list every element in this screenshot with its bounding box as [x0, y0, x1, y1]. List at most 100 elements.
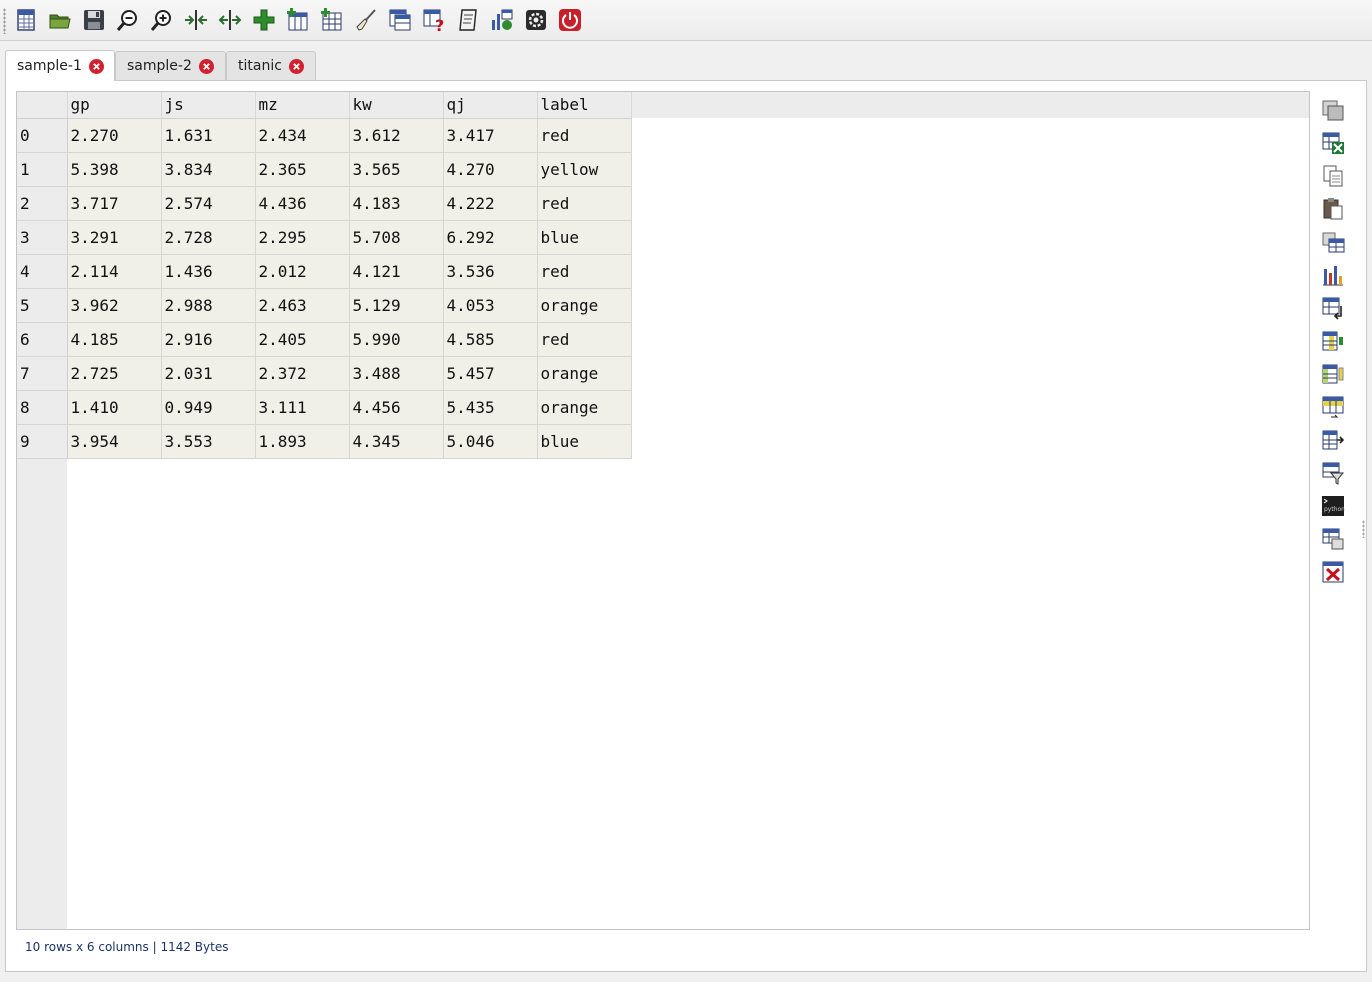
tab-sample-2[interactable]: sample-2	[115, 51, 226, 80]
column-header[interactable]: js	[161, 92, 256, 119]
table-cell[interactable]: 3.954	[67, 424, 162, 459]
table-cell[interactable]: 5.990	[349, 322, 444, 357]
table-cell[interactable]: 2.372	[255, 356, 350, 391]
table-cell[interactable]: 1.631	[161, 118, 256, 153]
corner-cell[interactable]	[17, 92, 68, 119]
table-row[interactable]: 7 2.725 2.031 2.372 3.488 5.457 orange	[17, 356, 632, 391]
contract-columns-icon[interactable]	[181, 5, 211, 35]
duplicate-table-icon[interactable]	[1316, 523, 1350, 555]
table-info-icon[interactable]	[385, 5, 415, 35]
table-cell[interactable]: 3.291	[67, 220, 162, 255]
table-cell[interactable]: 5.129	[349, 288, 444, 323]
tab-sample-1[interactable]: sample-1	[5, 50, 115, 81]
table-row[interactable]: 8 1.410 0.949 3.111 4.456 5.435 orange	[17, 390, 632, 425]
table-row[interactable]: 2 3.717 2.574 4.436 4.183 4.222 red	[17, 186, 632, 221]
table-cell[interactable]: 3.417	[443, 118, 538, 153]
table-cell[interactable]: 2.725	[67, 356, 162, 391]
settings-icon[interactable]	[521, 5, 551, 35]
table-cell[interactable]: blue	[537, 220, 632, 255]
table-cell[interactable]: 2.270	[67, 118, 162, 153]
filter-icon[interactable]	[1316, 457, 1350, 489]
table-cell[interactable]: 4.185	[67, 322, 162, 357]
table-cell[interactable]: 5.457	[443, 356, 538, 391]
notepad-icon[interactable]	[453, 5, 483, 35]
add-table-icon[interactable]	[317, 5, 347, 35]
table-row[interactable]: 0 2.270 1.631 2.434 3.612 3.417 red	[17, 118, 632, 153]
table-cell[interactable]: red	[537, 186, 632, 221]
move-column-icon[interactable]	[1316, 358, 1350, 390]
row-index[interactable]: 7	[17, 356, 68, 391]
table-cell[interactable]: 2.295	[255, 220, 350, 255]
row-index[interactable]: 5	[17, 288, 68, 323]
bar-chart-icon[interactable]	[1316, 259, 1350, 291]
table-cell[interactable]: 3.553	[161, 424, 256, 459]
add-column-icon[interactable]	[283, 5, 313, 35]
row-index[interactable]: 8	[17, 390, 68, 425]
table-cell[interactable]: 3.565	[349, 152, 444, 187]
close-tab-icon[interactable]	[88, 58, 104, 74]
table-cell[interactable]: 1.893	[255, 424, 350, 459]
close-tab-icon[interactable]	[198, 58, 214, 74]
plot-icon[interactable]	[487, 5, 517, 35]
clean-icon[interactable]	[351, 5, 381, 35]
export-column-icon[interactable]	[1316, 424, 1350, 456]
zoom-out-icon[interactable]	[113, 5, 143, 35]
table-row[interactable]: 6 4.185 2.916 2.405 5.990 4.585 red	[17, 322, 632, 357]
table-cell[interactable]: 3.536	[443, 254, 538, 289]
table-cell[interactable]: 1.436	[161, 254, 256, 289]
delete-table-icon[interactable]	[1316, 556, 1350, 588]
table-cell[interactable]: 2.012	[255, 254, 350, 289]
table-cell[interactable]: 2.988	[161, 288, 256, 323]
row-index[interactable]: 1	[17, 152, 68, 187]
table-cell[interactable]: red	[537, 254, 632, 289]
table-cell[interactable]: 2.916	[161, 322, 256, 357]
table-cell[interactable]: orange	[537, 390, 632, 425]
table-cell[interactable]: 5.046	[443, 424, 538, 459]
table-cell[interactable]: 3.612	[349, 118, 444, 153]
table-cell[interactable]: 4.183	[349, 186, 444, 221]
table-cell[interactable]: 5.398	[67, 152, 162, 187]
table-cell[interactable]: 4.456	[349, 390, 444, 425]
row-index[interactable]: 3	[17, 220, 68, 255]
table-cell[interactable]: 4.585	[443, 322, 538, 357]
merge-tables-icon[interactable]	[1316, 226, 1350, 258]
table-cell[interactable]: 4.053	[443, 288, 538, 323]
table-row[interactable]: 9 3.954 3.553 1.893 4.345 5.046 blue	[17, 424, 632, 459]
column-header[interactable]: label	[537, 92, 632, 119]
table-cell[interactable]: 2.114	[67, 254, 162, 289]
table-row[interactable]: 1 5.398 3.834 2.365 3.565 4.270 yellow	[17, 152, 632, 187]
transpose-icon[interactable]	[1316, 292, 1350, 324]
paste-icon[interactable]	[1316, 193, 1350, 225]
table-cell[interactable]: 0.949	[161, 390, 256, 425]
table-cell[interactable]: 4.436	[255, 186, 350, 221]
table-cell[interactable]: 2.574	[161, 186, 256, 221]
table-cell[interactable]: 4.222	[443, 186, 538, 221]
data-grid[interactable]: gp js mz kw qj label 0 2.270 1.631 2.434 3.6…	[16, 91, 1310, 930]
column-header[interactable]: kw	[349, 92, 444, 119]
table-cell[interactable]: 2.434	[255, 118, 350, 153]
table-cell[interactable]: 3.488	[349, 356, 444, 391]
table-cell[interactable]: 2.031	[161, 356, 256, 391]
copy-table-icon[interactable]	[1316, 94, 1350, 126]
table-cell[interactable]: 3.834	[161, 152, 256, 187]
table-cell[interactable]: 3.717	[67, 186, 162, 221]
table-cell[interactable]: 1.410	[67, 390, 162, 425]
help-icon[interactable]: ?	[419, 5, 449, 35]
table-cell[interactable]: 3.111	[255, 390, 350, 425]
copy-icon[interactable]	[1316, 160, 1350, 192]
table-row[interactable]: 3 3.291 2.728 2.295 5.708 6.292 blue	[17, 220, 632, 255]
table-cell[interactable]: yellow	[537, 152, 632, 187]
python-icon[interactable]: python	[1316, 490, 1350, 522]
table-row[interactable]: 5 3.962 2.988 2.463 5.129 4.053 orange	[17, 288, 632, 323]
row-index[interactable]: 9	[17, 424, 68, 459]
insert-column-icon[interactable]	[1316, 325, 1350, 357]
new-table-icon[interactable]	[11, 5, 41, 35]
table-cell[interactable]: 6.292	[443, 220, 538, 255]
toolbar-grip[interactable]	[3, 8, 6, 34]
power-icon[interactable]	[555, 5, 585, 35]
add-icon[interactable]	[249, 5, 279, 35]
table-cell[interactable]: 5.435	[443, 390, 538, 425]
column-header[interactable]: mz	[255, 92, 350, 119]
table-cell[interactable]: orange	[537, 356, 632, 391]
sidebar-grip[interactable]	[1362, 520, 1365, 538]
